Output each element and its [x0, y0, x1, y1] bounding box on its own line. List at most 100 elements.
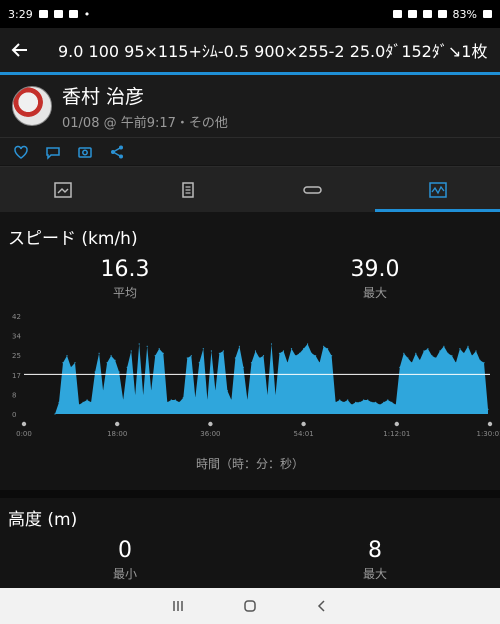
speed-data-point	[403, 352, 405, 354]
x-axis-title: 時間（時：分：秒）	[195, 457, 304, 471]
speed-data-point	[206, 399, 208, 401]
tab-laps[interactable]	[250, 167, 375, 212]
like-button[interactable]	[12, 143, 30, 161]
speed-chart: 42 34 25 17 8 0 0:00 18:00 36:00 54:01 1:12:01 1:30…	[12, 313, 500, 438]
speed-title: スピード (km/h)	[8, 229, 138, 249]
tab-charts[interactable]	[375, 167, 500, 212]
speed-data-point	[435, 357, 437, 359]
section-divider	[0, 490, 500, 498]
tab-overview[interactable]	[0, 167, 125, 212]
speed-data-point	[246, 399, 248, 401]
back-button[interactable]	[0, 28, 40, 72]
speed-data-point	[166, 401, 168, 403]
recent-apps-button[interactable]	[168, 596, 188, 616]
speed-data-point	[315, 355, 317, 357]
altitude-min: 0 最小	[65, 538, 185, 582]
speed-data-point	[359, 401, 361, 403]
laps-icon	[302, 185, 322, 194]
speed-data-point	[126, 366, 128, 368]
profile-header: 香村 治彦 01/08 @ 午前9:17・その他	[0, 75, 500, 137]
x-tick-label: 54:01	[294, 430, 314, 438]
speed-data-point	[114, 359, 116, 361]
activity-title: 9.0 100 95×115+ｼﾑ-0.5 900×255-2 25.0ﾀﾞ15…	[58, 42, 488, 61]
speed-data-point	[150, 390, 152, 392]
x-tick-dot	[394, 421, 399, 427]
speed-data-point	[343, 401, 345, 403]
mute-icon	[407, 10, 417, 18]
speed-data-point	[307, 343, 309, 345]
share-icon	[111, 145, 123, 158]
comment-button[interactable]	[44, 143, 62, 161]
speed-data-point	[106, 362, 108, 364]
speed-data-point	[142, 394, 144, 396]
speed-data-point	[274, 394, 277, 396]
speed-data-point	[363, 399, 365, 401]
tab-bar	[0, 166, 500, 212]
user-name[interactable]: 香村 治彦	[62, 82, 228, 109]
speed-data-point	[327, 348, 329, 350]
speed-data-point	[258, 357, 261, 359]
speed-data-point	[218, 352, 220, 354]
speed-data-point	[226, 390, 228, 392]
speed-data-point	[351, 404, 353, 406]
speed-data-point	[242, 366, 244, 368]
speed-data-point	[411, 362, 413, 364]
speed-max-label: 最大	[362, 286, 387, 300]
speed-data-point	[98, 352, 100, 354]
home-icon	[244, 600, 256, 612]
tab-stats[interactable]	[125, 167, 250, 212]
altitude-max-label: 最大	[362, 567, 387, 581]
speed-data-point	[447, 352, 449, 354]
y-tick-label: 17	[12, 372, 21, 380]
altitude-max: 8 最大	[315, 538, 435, 582]
clock: 3:29	[8, 7, 33, 21]
speed-data-point	[487, 408, 489, 410]
speed-data-point	[154, 355, 156, 357]
speed-data-point	[479, 359, 481, 361]
activity-meta: 01/08 @ 午前9:17・その他	[62, 115, 228, 131]
avatar[interactable]	[12, 86, 52, 126]
speed-data-point	[427, 348, 429, 350]
speed-data-point	[415, 352, 417, 354]
y-tick-label: 0	[12, 411, 16, 419]
speed-data-point	[286, 362, 289, 364]
speed-data-point	[290, 348, 293, 350]
system-nav-bar	[0, 588, 500, 624]
alarm-icon	[392, 10, 402, 18]
speed-data-point	[459, 348, 461, 350]
speed-data-point	[355, 401, 357, 403]
status-bar: 3:29 • 83%	[0, 0, 500, 28]
speed-data-point	[383, 401, 385, 403]
speed-data-point	[375, 401, 377, 403]
speed-average-label: 平均	[112, 286, 137, 300]
speed-data-point	[134, 394, 136, 396]
speed-data-point	[86, 399, 88, 401]
speed-data-point	[303, 348, 305, 350]
speed-data-point	[234, 357, 236, 359]
speed-data-point	[214, 390, 216, 392]
speed-data-point	[299, 352, 301, 354]
speed-data-point	[130, 350, 132, 352]
x-tick-dot	[115, 421, 120, 427]
speed-data-point	[391, 401, 393, 403]
speed-data-point	[339, 399, 341, 401]
speed-data-point	[311, 352, 313, 354]
x-tick-label: 0:00	[16, 430, 32, 438]
y-tick-label: 25	[12, 352, 21, 360]
share-button[interactable]	[108, 143, 126, 161]
add-photo-button[interactable]	[76, 143, 94, 161]
back-nav-button[interactable]	[312, 596, 332, 616]
altitude-min-label: 最小	[112, 567, 137, 581]
y-tick-label: 34	[12, 333, 21, 341]
speed-data-point	[295, 355, 297, 357]
speed-data-point	[90, 401, 92, 403]
speed-data-point	[162, 352, 164, 354]
speed-data-point	[451, 355, 453, 357]
x-tick-dot	[487, 421, 493, 427]
speed-data-point	[282, 350, 285, 352]
speed-data-point	[463, 352, 465, 354]
speed-data-point	[110, 355, 112, 357]
home-button[interactable]	[240, 596, 260, 616]
speed-data-point	[254, 350, 257, 352]
heart-icon	[14, 145, 28, 159]
